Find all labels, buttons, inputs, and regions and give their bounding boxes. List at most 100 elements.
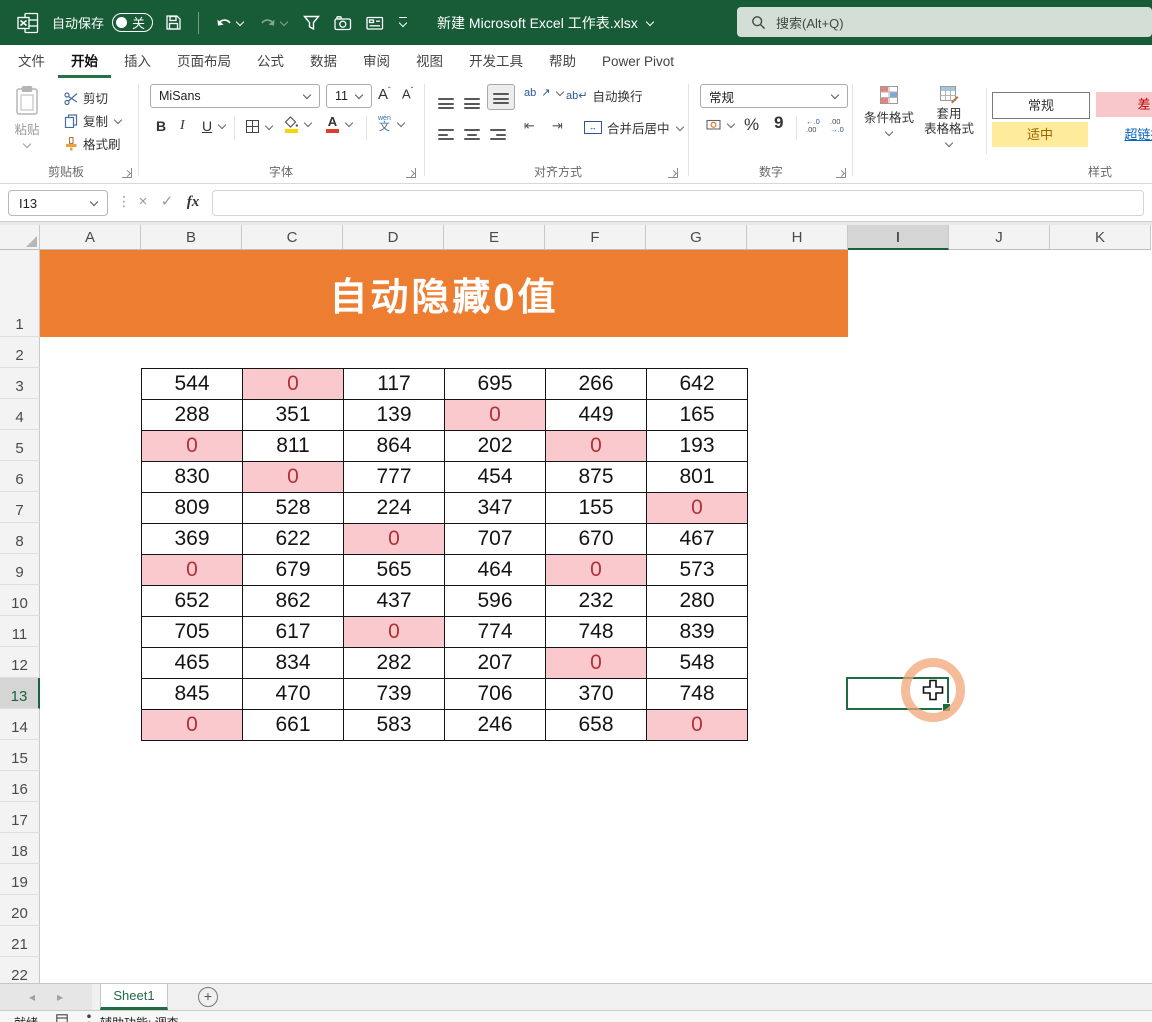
table-cell[interactable]: 811 xyxy=(243,431,344,462)
next-sheet-icon[interactable]: ▸ xyxy=(57,990,63,1004)
percent-style-button[interactable]: % xyxy=(744,115,759,135)
table-cell[interactable]: 809 xyxy=(142,493,243,524)
table-cell[interactable]: 464 xyxy=(445,555,546,586)
form-view-icon[interactable] xyxy=(366,15,384,31)
phonetic-guide-button[interactable]: wén文 xyxy=(378,115,406,133)
table-cell[interactable]: 117 xyxy=(344,369,445,400)
ribbon-tab-数据[interactable]: 数据 xyxy=(297,45,350,78)
row-header-6[interactable]: 6 xyxy=(0,461,40,492)
column-header-J[interactable]: J xyxy=(949,225,1050,250)
autosave-toggle[interactable]: 关 xyxy=(112,13,153,32)
table-cell[interactable]: 465 xyxy=(142,648,243,679)
column-header-A[interactable]: A xyxy=(40,225,141,250)
ribbon-tab-开始[interactable]: 开始 xyxy=(58,45,111,78)
table-cell[interactable]: 548 xyxy=(647,648,748,679)
ribbon-tab-帮助[interactable]: 帮助 xyxy=(536,45,589,78)
table-cell[interactable]: 449 xyxy=(546,400,647,431)
conditional-formatting-button[interactable]: 条件格式 xyxy=(862,86,916,137)
row-header-18[interactable]: 18 xyxy=(0,833,40,864)
decrease-indent-button[interactable]: ⇤ xyxy=(524,118,535,134)
table-cell[interactable]: 0 xyxy=(243,462,344,493)
comma-style-button[interactable]: 9 xyxy=(774,113,783,133)
align-middle-button[interactable] xyxy=(464,89,480,111)
select-all-button[interactable] xyxy=(0,225,40,250)
table-cell[interactable]: 748 xyxy=(647,679,748,710)
prev-sheet-icon[interactable]: ◂ xyxy=(29,990,35,1004)
name-box[interactable]: I13 xyxy=(8,190,108,216)
borders-button[interactable] xyxy=(246,120,274,133)
row-header-1[interactable]: 1 xyxy=(0,250,40,337)
column-header-K[interactable]: K xyxy=(1050,225,1151,250)
table-cell[interactable]: 437 xyxy=(344,586,445,617)
column-header-F[interactable]: F xyxy=(545,225,646,250)
row-header-19[interactable]: 19 xyxy=(0,864,40,895)
font-dialog-launcher-icon[interactable] xyxy=(406,168,416,178)
row-header-3[interactable]: 3 xyxy=(0,368,40,399)
table-cell[interactable]: 0 xyxy=(546,431,647,462)
table-cell[interactable]: 0 xyxy=(647,493,748,524)
row-header-20[interactable]: 20 xyxy=(0,895,40,926)
table-cell[interactable]: 642 xyxy=(647,369,748,400)
increase-indent-button[interactable]: ⇥ xyxy=(552,118,563,134)
table-cell[interactable]: 845 xyxy=(142,679,243,710)
table-cell[interactable]: 0 xyxy=(142,710,243,741)
table-cell[interactable]: 369 xyxy=(142,524,243,555)
table-cell[interactable]: 862 xyxy=(243,586,344,617)
row-header-13[interactable]: 13 xyxy=(0,678,40,709)
table-cell[interactable]: 0 xyxy=(344,617,445,648)
merge-center-button[interactable]: ↔ 合并后居中 xyxy=(584,118,685,137)
number-dialog-launcher-icon[interactable] xyxy=(836,168,846,178)
camera-icon[interactable] xyxy=(334,15,352,31)
table-cell[interactable]: 834 xyxy=(243,648,344,679)
clipboard-dialog-launcher-icon[interactable] xyxy=(122,168,132,178)
table-cell[interactable]: 777 xyxy=(344,462,445,493)
row-header-12[interactable]: 12 xyxy=(0,647,40,678)
table-cell[interactable]: 617 xyxy=(243,617,344,648)
grow-font-button[interactable]: Aˆ xyxy=(378,86,391,103)
row-header-10[interactable]: 10 xyxy=(0,585,40,616)
formula-input[interactable] xyxy=(212,190,1144,216)
table-cell[interactable]: 155 xyxy=(546,493,647,524)
ribbon-tab-Power Pivot[interactable]: Power Pivot xyxy=(589,45,687,78)
table-cell[interactable]: 0 xyxy=(546,648,647,679)
decrease-decimal-button[interactable]: .00→.0 xyxy=(830,118,844,133)
font-size-select[interactable]: 11 xyxy=(326,84,372,108)
wrap-text-button[interactable]: ab↵ 自动换行 xyxy=(566,86,642,105)
undo-button[interactable] xyxy=(215,15,245,30)
table-cell[interactable]: 661 xyxy=(243,710,344,741)
table-cell[interactable]: 707 xyxy=(445,524,546,555)
save-icon[interactable] xyxy=(165,14,182,31)
filter-icon[interactable] xyxy=(303,15,320,31)
quick-access-more-icon[interactable] xyxy=(398,17,408,29)
table-cell[interactable]: 864 xyxy=(344,431,445,462)
table-cell[interactable]: 658 xyxy=(546,710,647,741)
align-left-button[interactable] xyxy=(438,120,454,140)
table-cell[interactable]: 875 xyxy=(546,462,647,493)
table-cell[interactable]: 565 xyxy=(344,555,445,586)
align-bottom-button[interactable] xyxy=(487,84,515,110)
table-cell[interactable]: 830 xyxy=(142,462,243,493)
table-cell[interactable]: 347 xyxy=(445,493,546,524)
table-cell[interactable]: 705 xyxy=(142,617,243,648)
row-header-4[interactable]: 4 xyxy=(0,399,40,430)
table-cell[interactable]: 774 xyxy=(445,617,546,648)
increase-decimal-button[interactable]: ←.0.00 xyxy=(806,118,820,133)
ribbon-tab-页面布局[interactable]: 页面布局 xyxy=(164,45,244,78)
row-header-22[interactable]: 22 xyxy=(0,957,40,983)
table-cell[interactable]: 670 xyxy=(546,524,647,555)
fill-color-button[interactable] xyxy=(284,116,313,133)
font-name-select[interactable]: MiSans xyxy=(150,84,320,108)
accessibility-status[interactable]: 辅助功能: 调查 xyxy=(100,1014,179,1022)
ribbon-tab-视图[interactable]: 视图 xyxy=(403,45,456,78)
table-cell[interactable]: 224 xyxy=(344,493,445,524)
cell-style-超链接[interactable]: 超链接 xyxy=(1096,122,1152,147)
table-cell[interactable]: 351 xyxy=(243,400,344,431)
table-cell[interactable]: 454 xyxy=(445,462,546,493)
column-header-D[interactable]: D xyxy=(343,225,444,250)
column-header-I[interactable]: I xyxy=(848,225,949,250)
column-header-G[interactable]: G xyxy=(646,225,747,250)
alignment-dialog-launcher-icon[interactable] xyxy=(668,168,678,178)
table-cell[interactable]: 0 xyxy=(546,555,647,586)
table-cell[interactable]: 246 xyxy=(445,710,546,741)
table-cell[interactable]: 282 xyxy=(344,648,445,679)
